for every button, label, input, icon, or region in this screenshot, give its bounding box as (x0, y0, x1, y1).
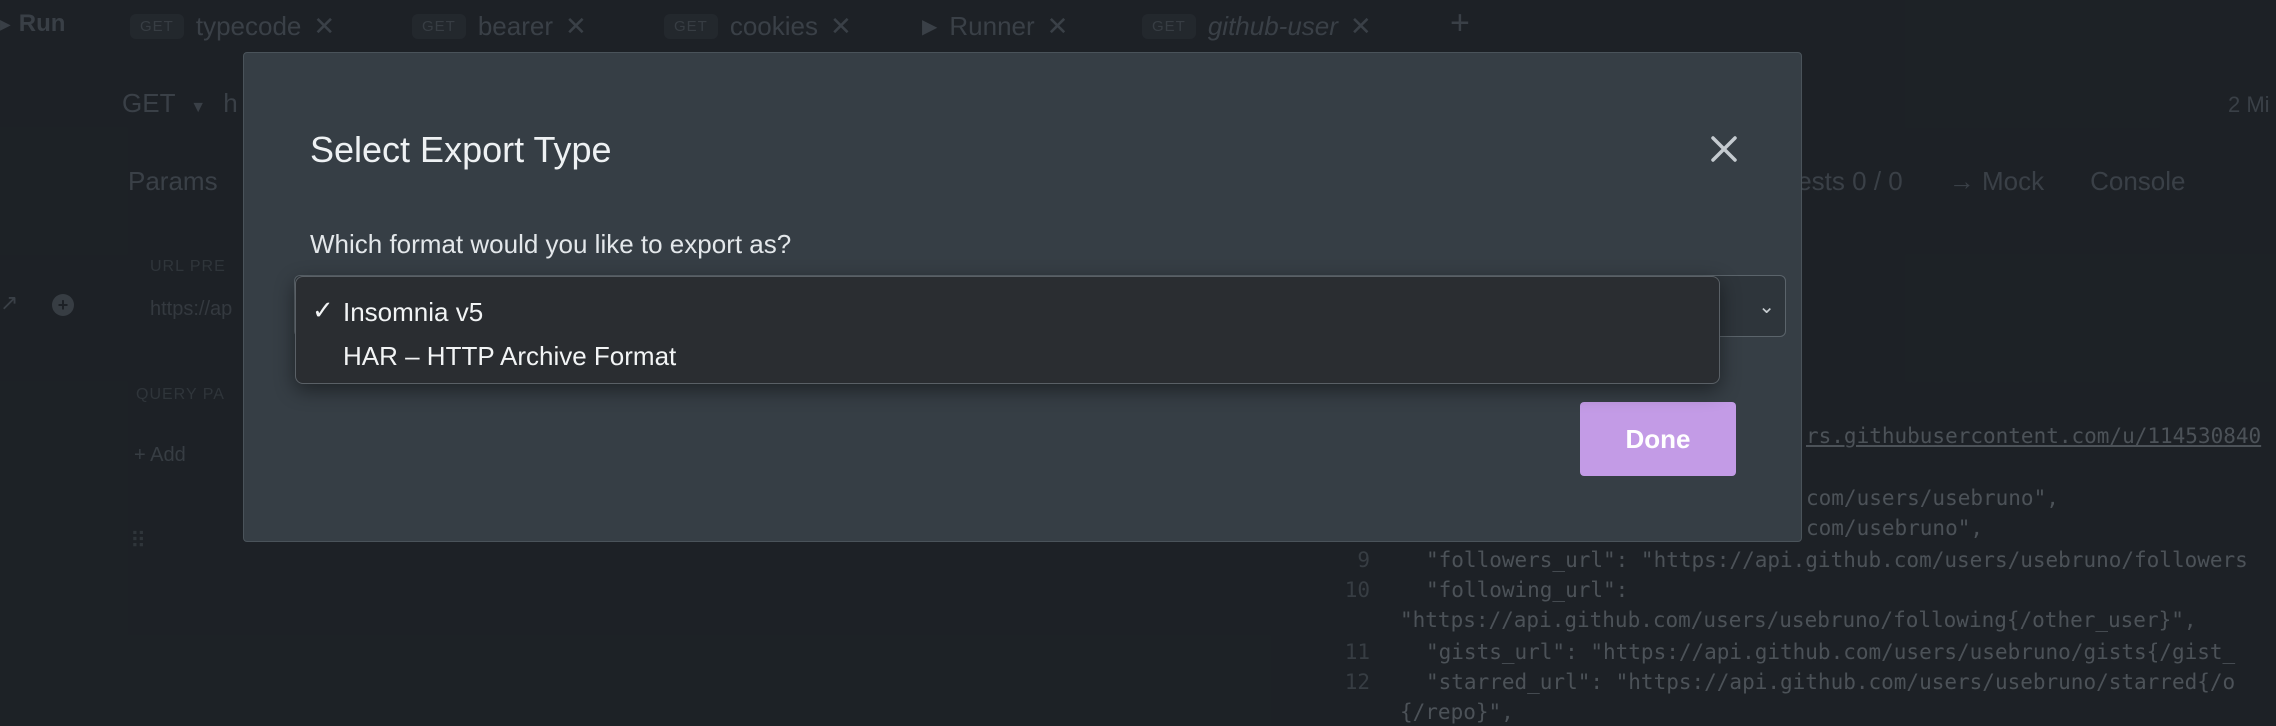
option-label: HAR – HTTP Archive Format (343, 341, 677, 371)
done-button[interactable]: Done (1580, 402, 1736, 476)
option-har[interactable]: HAR – HTTP Archive Format (296, 335, 1719, 375)
modal-title: Select Export Type (310, 129, 612, 170)
export-question: Which format would you like to export as… (310, 229, 792, 259)
option-label: Insomnia v5 (343, 297, 484, 327)
export-format-dropdown: ✓ Insomnia v5 HAR – HTTP Archive Format (295, 276, 1720, 384)
close-button[interactable] (1704, 129, 1744, 169)
option-insomnia-v5[interactable]: ✓ Insomnia v5 (296, 291, 1719, 331)
chevron-down-icon: ⌄ (1758, 296, 1775, 318)
checkmark-icon: ✓ (312, 295, 334, 325)
close-icon (1711, 136, 1737, 162)
